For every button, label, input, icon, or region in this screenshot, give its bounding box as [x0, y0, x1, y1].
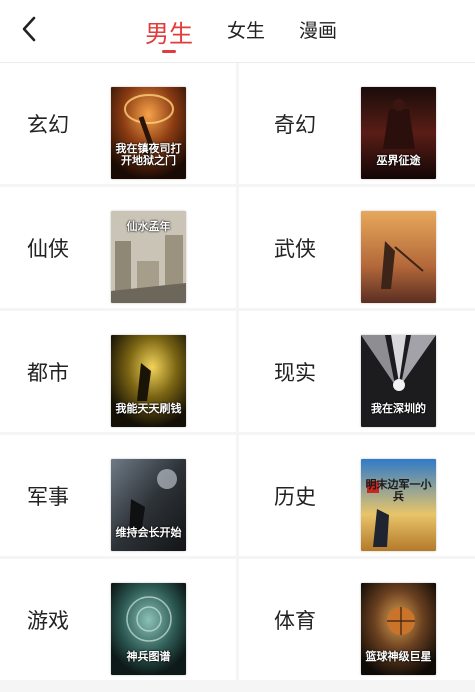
category-label: 奇幻: [274, 112, 316, 137]
category-card-junshi[interactable]: 军事 维持会长开始: [0, 435, 236, 556]
cover-title: 明末边军一小兵: [365, 478, 432, 503]
book-cover: 明末边军一小兵: [361, 459, 436, 551]
category-card-lishi[interactable]: 历史 明末边军一小兵: [239, 435, 475, 556]
book-cover: 我在镇夜司打开地狱之门: [111, 87, 186, 179]
category-card-xianxia[interactable]: 仙侠 仙水孟年: [0, 187, 236, 308]
cover-title: 仙水孟年: [126, 220, 171, 233]
cover-title: 巫界征途: [376, 154, 421, 167]
cover-title: 神兵图谱: [126, 650, 171, 663]
tab-female[interactable]: 女生: [227, 0, 265, 43]
top-nav-bar: 男生 女生 漫画: [0, 0, 475, 63]
category-card-tiyu[interactable]: 体育 篮球神级巨星: [239, 559, 475, 680]
category-grid: 玄幻 我在镇夜司打开地狱之门 奇幻 巫界征途 仙侠 仙水孟年 武侠 都市 我能天…: [0, 63, 475, 680]
book-cover: 维持会长开始: [111, 459, 186, 551]
category-card-wuxia[interactable]: 武侠: [239, 187, 475, 308]
category-label: 武侠: [274, 236, 316, 261]
cover-title: 我能天天刷钱: [115, 402, 182, 415]
chevron-left-icon: [22, 16, 36, 42]
category-label: 军事: [27, 484, 69, 509]
cover-title: 篮球神级巨星: [365, 650, 432, 663]
category-card-xuanhuan[interactable]: 玄幻 我在镇夜司打开地狱之门: [0, 63, 236, 184]
tab-female-label: 女生: [227, 20, 266, 42]
category-label: 现实: [274, 360, 316, 385]
category-label: 仙侠: [27, 236, 69, 261]
book-cover: 神兵图谱: [111, 583, 186, 675]
category-card-xianshi[interactable]: 现实 我在深圳的: [239, 311, 475, 432]
category-label: 都市: [27, 360, 69, 385]
book-cover: 篮球神级巨星: [361, 583, 436, 675]
tab-comics-label: 漫画: [299, 20, 338, 42]
book-cover: 巫界征途: [361, 87, 436, 179]
cover-title: 我在深圳的: [371, 402, 426, 415]
book-cover: [361, 211, 436, 303]
tab-male[interactable]: 男生: [145, 0, 193, 53]
back-button[interactable]: [14, 14, 44, 44]
cover-title: 维持会长开始: [115, 526, 182, 539]
book-cover: 仙水孟年: [111, 211, 186, 303]
book-cover: 我在深圳的: [361, 335, 436, 427]
category-card-dushi[interactable]: 都市 我能天天刷钱: [0, 311, 236, 432]
gender-tabs: 男生 女生 漫画: [145, 0, 371, 62]
category-card-qihuan[interactable]: 奇幻 巫界征途: [239, 63, 475, 184]
tab-male-label: 男生: [145, 20, 193, 48]
active-tab-indicator: [162, 50, 176, 53]
category-label: 游戏: [27, 608, 69, 633]
category-label: 玄幻: [27, 112, 69, 137]
category-label: 历史: [274, 484, 316, 509]
cover-title: 我在镇夜司打开地狱之门: [115, 142, 182, 167]
category-label: 体育: [274, 608, 316, 633]
book-cover: 我能天天刷钱: [111, 335, 186, 427]
tab-comics[interactable]: 漫画: [299, 0, 337, 43]
category-card-youxi[interactable]: 游戏 神兵图谱: [0, 559, 236, 680]
